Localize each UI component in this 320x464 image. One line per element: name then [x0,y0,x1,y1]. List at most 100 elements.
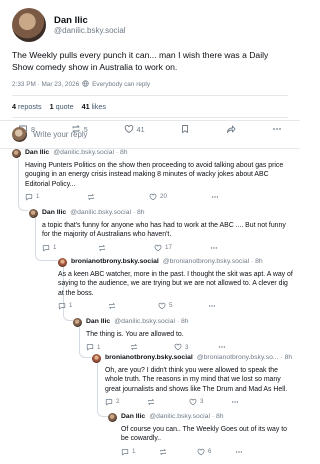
reply-button[interactable]: 1 [121,448,159,456]
reply-author-name[interactable]: Dan Ilic [42,209,66,217]
avatar[interactable] [92,354,101,363]
heart-icon [158,302,166,310]
reply-header: Dan Ilic @danilic.bsky.social · 8h [12,149,292,158]
like-count: 17 [165,244,172,252]
repost-button[interactable] [108,302,158,310]
reply-icon [105,399,113,406]
reply-author-handle[interactable]: @bronianotbrony.bsky.so... · 8h [197,354,292,362]
likes-stat[interactable]: 41 likes [82,102,106,111]
thread-line [97,405,108,417]
like-count: 6 [208,448,212,456]
avatar [12,127,27,142]
more-button[interactable] [211,193,219,201]
reply-actions: 1 6 [108,448,294,456]
reposts-stat[interactable]: 4 reposts [12,102,42,111]
divider [12,117,288,119]
reply-author-handle[interactable]: @danilic.bsky.social · 8h [53,149,127,157]
globe-icon [82,80,89,89]
reply-item: Dan Ilic @danilic.bsky.social · 8h Of co… [108,413,294,456]
more-button[interactable] [218,343,226,351]
reply-count: 2 [116,398,120,406]
reply-button[interactable]: 1 [86,343,130,351]
like-button[interactable]: 17 [154,244,210,252]
reply-item: bronianotbrony.bsky.social @bronianotbro… [92,354,294,406]
like-button[interactable]: 3 [189,398,231,406]
post-timestamp[interactable]: 2:33 PM · Mar 23, 2026 [12,81,79,88]
post-text: The Weekly pulls every punch it can... m… [12,50,269,72]
avatar[interactable] [12,149,21,158]
reply-author-name[interactable]: Dan Ilic [25,149,49,157]
reply-author-handle[interactable]: @danilic.bsky.social · 8h [114,318,188,326]
main-post: Dan Ilic @danilic.bsky.social The Weekly… [0,0,300,134]
reply-button[interactable]: 2 [105,398,147,406]
heart-icon [174,344,182,351]
reply-actions: 1 3 [73,343,293,351]
reply-author-handle[interactable]: @danilic.bsky.social · 8h [70,209,144,217]
avatar[interactable] [73,318,82,327]
quotes-stat[interactable]: 1 quote [50,102,74,111]
thread-line [35,252,59,261]
reply-text: a topic that's funny for anyone who has … [42,222,286,239]
repost-button[interactable] [87,193,149,201]
more-button[interactable] [208,302,216,310]
heart-icon [197,448,205,455]
repost-button[interactable] [147,398,189,406]
reply-count: 1 [69,302,73,310]
avatar[interactable] [108,413,117,422]
avatar[interactable] [12,8,46,42]
display-name[interactable]: Dan Ilic [54,15,126,26]
reply-item: Dan Ilic @danilic.bsky.social · 8h The t… [73,318,293,351]
reply-count: 1 [132,448,136,456]
reply-author-name[interactable]: bronianotbrony.bsky.social [105,354,193,362]
more-icon [231,401,239,403]
like-button[interactable]: 5 [158,302,208,310]
author-names: Dan Ilic @danilic.bsky.social [54,15,126,36]
repost-button[interactable] [159,448,197,456]
reply-icon [42,244,50,252]
thread-page: Dan Ilic @danilic.bsky.social The Weekly… [0,0,300,464]
reply-text: Of course you can.. The Weekly Goes out … [121,426,287,443]
reply-actions: 1 5 [58,302,294,310]
like-button[interactable]: 20 [149,193,211,201]
more-icon [210,246,218,249]
like-count: 5 [169,302,173,310]
compose-placeholder[interactable]: Write your reply [33,130,87,139]
quotes-count: 1 [49,102,54,112]
thread-line [63,309,73,321]
repost-icon [99,244,105,251]
like-button[interactable]: 3 [174,343,218,351]
reply-icon [86,344,94,351]
reply-icon [58,303,66,310]
compose-reply[interactable]: Write your reply [0,120,300,149]
reply-author-handle[interactable]: @danilic.bsky.social · 8h [149,413,223,421]
like-button[interactable]: 6 [197,448,235,456]
reply-setting: Everybody can reply [92,81,151,89]
reply-header: Dan Ilic @danilic.bsky.social · 8h [73,318,293,327]
divider [12,95,288,97]
reply-author-name[interactable]: Dan Ilic [86,318,110,326]
reply-icon [25,194,33,201]
avatar[interactable] [29,209,38,218]
more-button[interactable] [210,244,218,252]
repost-button[interactable] [98,244,154,252]
reply-actions: 1 20 [12,193,292,201]
more-button[interactable] [231,398,239,406]
repost-icon [160,448,166,455]
repost-icon [88,193,94,200]
repost-button[interactable] [130,343,174,351]
more-button[interactable] [235,448,243,456]
reply-button[interactable]: 1 [58,302,108,310]
post-author[interactable]: Dan Ilic @danilic.bsky.social [12,8,288,42]
heart-icon [154,244,162,251]
avatar[interactable] [58,258,67,267]
reply-header: Dan Ilic @danilic.bsky.social · 8h [108,413,294,422]
reply-icon [121,448,129,456]
reply-button[interactable]: 1 [42,244,98,252]
reply-author-name[interactable]: Dan Ilic [121,413,145,421]
reply-author-name[interactable]: bronianotbrony.bsky.social [71,258,159,266]
handle[interactable]: @danilic.bsky.social [54,26,126,36]
repost-icon [148,398,154,405]
reply-button[interactable]: 1 [25,193,87,201]
reply-text: Oh, are you? I didn't think you were all… [105,367,288,393]
reply-author-handle[interactable]: @bronianotbrony.bsky.social · 8h [163,258,263,266]
